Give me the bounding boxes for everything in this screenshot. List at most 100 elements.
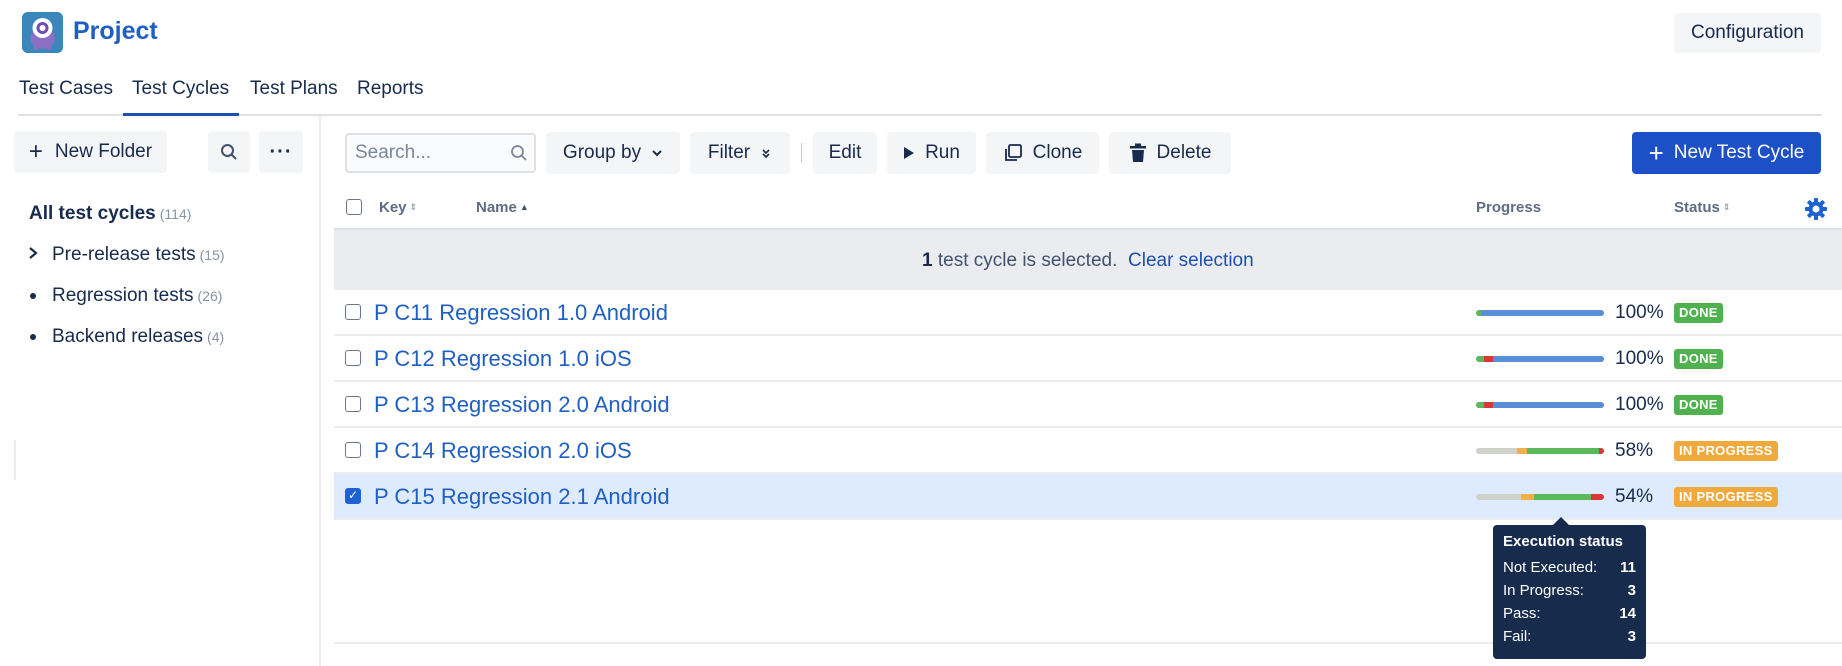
progress-segment-pass	[1533, 494, 1592, 500]
progress-bar[interactable]	[1476, 494, 1604, 500]
tooltip-row: In Progress: 3	[1503, 579, 1636, 602]
chevron-down-icon	[652, 150, 662, 157]
progress-segment-fail	[1483, 356, 1493, 362]
progress-segment-fail	[1483, 402, 1493, 408]
plus-icon: +	[28, 138, 43, 165]
progress-percent: 100%	[1615, 302, 1664, 323]
clone-button[interactable]: Clone	[986, 132, 1099, 174]
clear-selection-link[interactable]: Clear selection	[1128, 250, 1254, 272]
tooltip-value: 14	[1619, 605, 1636, 622]
search-input[interactable]	[345, 133, 536, 173]
status-badge: DONE	[1674, 303, 1723, 323]
chevron-right-icon[interactable]	[26, 246, 40, 265]
progress-bar[interactable]	[1476, 310, 1604, 316]
tab-test-cycles[interactable]: Test Cycles	[132, 78, 229, 100]
select-all-checkbox[interactable]	[346, 199, 362, 215]
progress-percent: 100%	[1615, 394, 1664, 415]
search-icon	[510, 144, 528, 167]
row-name-link[interactable]: P C14 Regression 2.0 iOS	[374, 438, 632, 464]
progress-bar[interactable]	[1476, 448, 1604, 454]
tree-item-regression[interactable]: Regression tests (26)	[52, 285, 222, 307]
status-badge: DONE	[1674, 349, 1723, 369]
tree-count: (15)	[199, 247, 225, 263]
configuration-button[interactable]: Configuration	[1674, 13, 1821, 53]
column-header-name[interactable]: Name ▲	[476, 199, 529, 216]
table-row[interactable]: P C13 Regression 2.0 Android 100% DONE	[334, 382, 1842, 428]
column-header-key[interactable]: Key ⇕	[379, 199, 417, 216]
group-by-button[interactable]: Group by	[546, 132, 680, 174]
clone-label: Clone	[1032, 142, 1083, 163]
progress-segment-in-progress	[1520, 494, 1534, 500]
tab-test-plans[interactable]: Test Plans	[250, 78, 338, 100]
tree-label: Backend releases	[52, 326, 204, 347]
row-checkbox[interactable]	[345, 396, 361, 412]
project-logo[interactable]	[22, 12, 63, 53]
row-checkbox[interactable]	[345, 350, 361, 366]
new-test-cycle-label: New Test Cycle	[1673, 142, 1805, 163]
sort-icon: ⇕	[1722, 202, 1731, 212]
project-title[interactable]: Project	[73, 17, 158, 46]
tree-count: (26)	[197, 288, 223, 304]
header-label: Status	[1674, 199, 1720, 216]
tree-label: Regression tests	[52, 285, 194, 306]
edit-button[interactable]: Edit	[813, 132, 877, 174]
sort-ascending-icon: ▲	[519, 202, 529, 212]
table-row[interactable]: P C11 Regression 1.0 Android 100% DONE	[334, 290, 1842, 336]
status-badge: IN PROGRESS	[1674, 487, 1778, 507]
sidebar-resize-handle[interactable]	[319, 116, 321, 666]
row-checkbox[interactable]	[345, 442, 361, 458]
new-folder-button[interactable]: + New Folder	[14, 131, 167, 173]
new-test-cycle-button[interactable]: + New Test Cycle	[1632, 132, 1821, 174]
more-icon: ···	[269, 141, 293, 163]
selection-message: test cycle is selected.	[937, 250, 1118, 271]
row-name-link[interactable]: P C15 Regression 2.1 Android	[374, 484, 670, 510]
group-by-label: Group by	[562, 142, 642, 163]
run-button[interactable]: Run	[887, 132, 976, 174]
row-checkbox[interactable]	[345, 304, 361, 320]
toolbar-separator	[801, 143, 802, 163]
tab-test-cases[interactable]: Test Cases	[19, 78, 113, 100]
progress-segment-not-executed	[1476, 494, 1521, 500]
tooltip-label: Pass:	[1503, 605, 1541, 622]
bullet-icon	[30, 293, 36, 299]
sort-icon: ⇕	[409, 202, 418, 212]
table-row[interactable]: ✓ P C15 Regression 2.1 Android 54% IN PROGR…	[334, 474, 1842, 520]
tooltip-label: Fail:	[1503, 628, 1532, 645]
filter-button[interactable]: Filter	[690, 132, 790, 174]
row-name-link[interactable]: P C12 Regression 1.0 iOS	[374, 346, 632, 372]
tree-label: Pre-release tests	[52, 244, 196, 265]
tree-item-all[interactable]: All test cycles (114)	[29, 203, 191, 225]
status-badge: IN PROGRESS	[1674, 441, 1778, 461]
run-label: Run	[925, 142, 960, 163]
row-name-link[interactable]: P C13 Regression 2.0 Android	[374, 392, 670, 418]
selection-text: 1 test cycle is selected.	[922, 250, 1117, 272]
tree-item-pre-release[interactable]: Pre-release tests (15)	[52, 244, 225, 266]
execution-status-tooltip: Execution status Not Executed: 11 In Prog…	[1493, 517, 1646, 659]
progress-segment-blue	[1492, 356, 1604, 362]
table-row[interactable]: P C12 Regression 1.0 iOS 100% DONE	[334, 336, 1842, 382]
left-scroll-mark	[14, 440, 16, 480]
delete-button[interactable]: Delete	[1109, 132, 1231, 174]
sidebar-search-button[interactable]	[208, 131, 250, 173]
progress-bar[interactable]	[1476, 356, 1604, 362]
table-row[interactable]: P C14 Regression 2.0 iOS 58% IN PROGRESS	[334, 428, 1842, 474]
sidebar-more-button[interactable]: ···	[259, 131, 303, 173]
tree-label: All test cycles	[29, 203, 156, 224]
column-header-status[interactable]: Status ⇕	[1674, 199, 1730, 216]
new-folder-label: New Folder	[54, 141, 153, 162]
header-label: Name	[476, 199, 517, 216]
tabs-divider	[18, 114, 1822, 116]
trash-icon	[1129, 143, 1146, 162]
tab-reports[interactable]: Reports	[357, 78, 424, 100]
bullet-icon	[30, 334, 36, 340]
selection-count: 1	[922, 250, 933, 271]
row-name-link[interactable]: P C11 Regression 1.0 Android	[374, 300, 668, 326]
gear-icon[interactable]	[1804, 197, 1828, 221]
tree-item-backend[interactable]: Backend releases (4)	[52, 326, 224, 348]
row-checkbox[interactable]: ✓	[345, 488, 361, 504]
progress-bar[interactable]	[1476, 402, 1604, 408]
progress-segment-fail	[1591, 494, 1604, 500]
tooltip-value: 11	[1620, 559, 1636, 576]
tooltip-value: 3	[1627, 628, 1636, 645]
search-icon	[221, 144, 237, 160]
